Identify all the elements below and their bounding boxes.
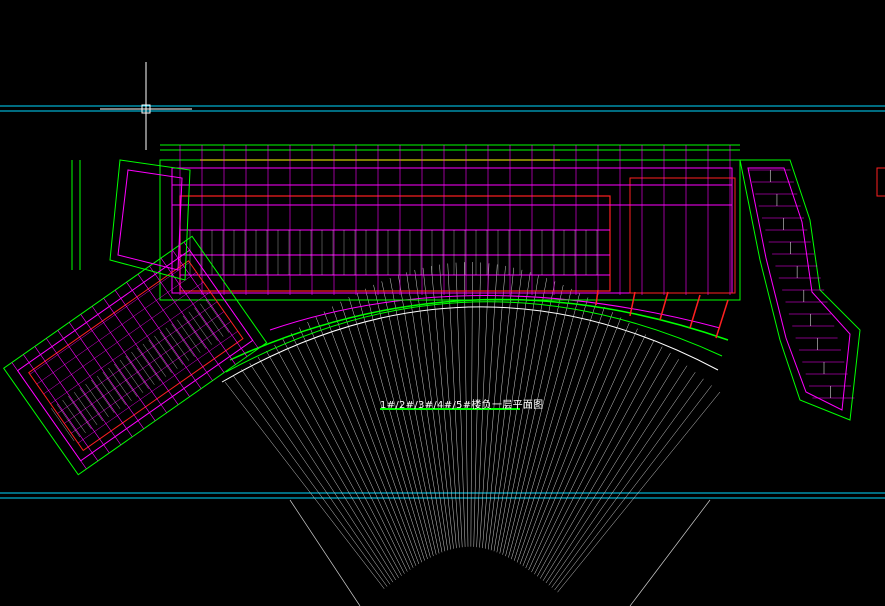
drawing-title: 1#/2#/3#/4#/5#楼负一层平面图 bbox=[380, 400, 544, 411]
cad-drawing-canvas[interactable] bbox=[0, 0, 885, 606]
